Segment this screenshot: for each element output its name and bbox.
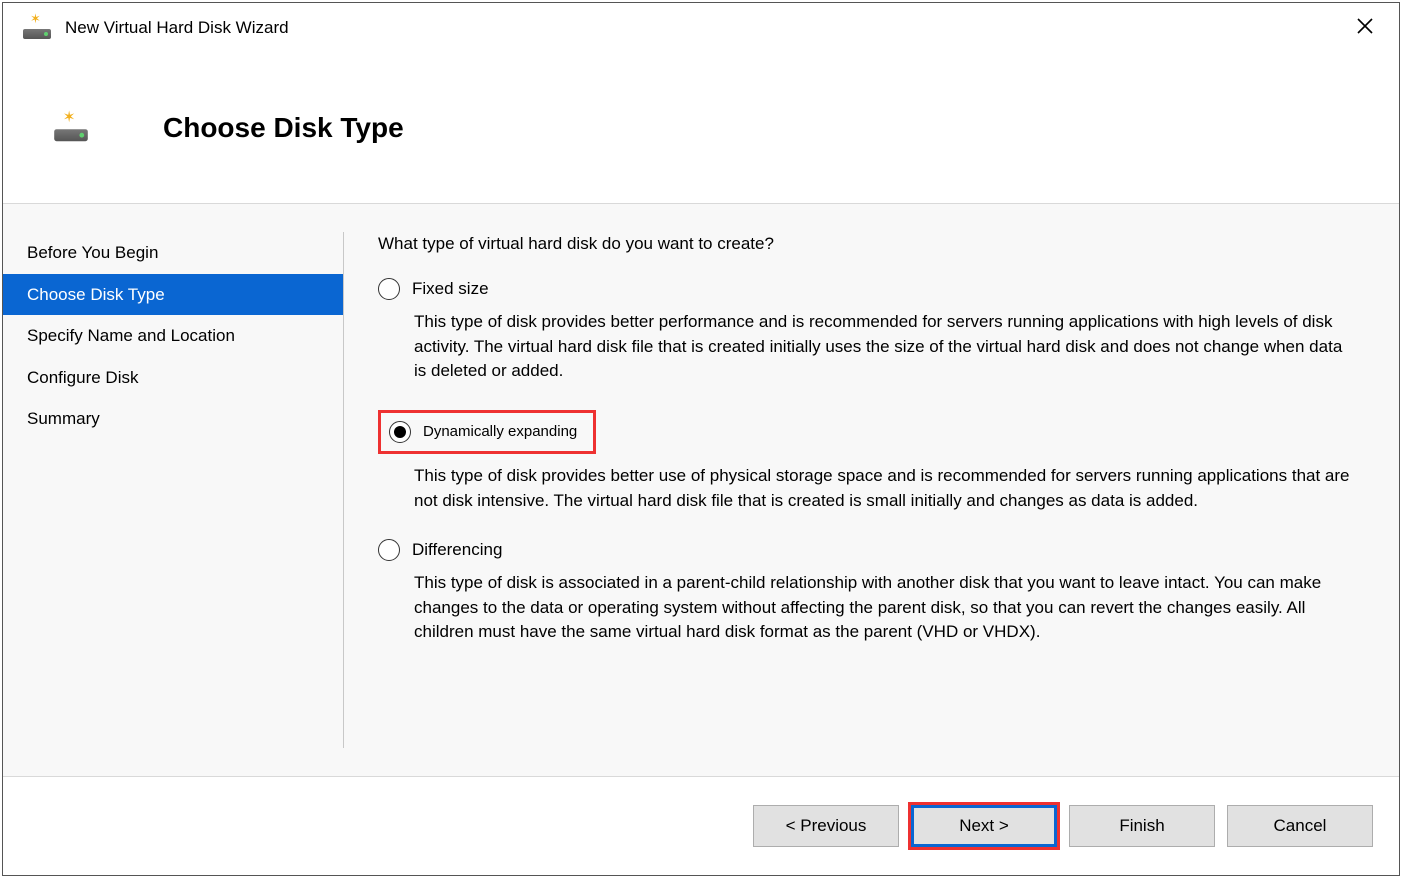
close-button[interactable]: [1345, 17, 1385, 40]
page-title: Choose Disk Type: [163, 112, 404, 144]
wizard-header: Choose Disk Type: [3, 53, 1399, 203]
option-desc-fixed-size: This type of disk provides better perfor…: [414, 310, 1354, 384]
wizard-steps: Before You Begin Choose Disk Type Specif…: [3, 204, 343, 776]
titlebar: New Virtual Hard Disk Wizard: [3, 3, 1399, 53]
step-configure-disk[interactable]: Configure Disk: [3, 357, 343, 399]
next-button[interactable]: Next >: [911, 805, 1057, 847]
prompt-text: What type of virtual hard disk do you wa…: [378, 234, 1363, 254]
wizard-main: What type of virtual hard disk do you wa…: [344, 204, 1399, 776]
option-fixed-size[interactable]: Fixed size: [378, 278, 1363, 300]
option-desc-dynamically-expanding: This type of disk provides better use of…: [414, 464, 1354, 513]
radio-fixed-size[interactable]: [378, 278, 400, 300]
highlighted-option: Dynamically expanding: [378, 410, 596, 454]
finish-button[interactable]: Finish: [1069, 805, 1215, 847]
step-specify-name-location[interactable]: Specify Name and Location: [3, 315, 343, 357]
window-title: New Virtual Hard Disk Wizard: [65, 18, 1345, 38]
close-icon: [1356, 17, 1374, 35]
radio-dynamically-expanding[interactable]: [389, 421, 411, 443]
option-label: Differencing: [412, 540, 502, 560]
option-desc-differencing: This type of disk is associated in a par…: [414, 571, 1354, 645]
option-differencing[interactable]: Differencing: [378, 539, 1363, 561]
step-choose-disk-type[interactable]: Choose Disk Type: [3, 274, 343, 316]
cancel-button[interactable]: Cancel: [1227, 805, 1373, 847]
step-summary[interactable]: Summary: [3, 398, 343, 440]
disk-icon: [54, 115, 88, 141]
step-before-you-begin[interactable]: Before You Begin: [3, 232, 343, 274]
wizard-footer: < Previous Next > Finish Cancel: [3, 777, 1399, 875]
previous-button[interactable]: < Previous: [753, 805, 899, 847]
option-label: Dynamically expanding: [423, 423, 577, 440]
wizard-body: Before You Begin Choose Disk Type Specif…: [3, 203, 1399, 777]
radio-differencing[interactable]: [378, 539, 400, 561]
wizard-window: New Virtual Hard Disk Wizard Choose Disk…: [2, 2, 1400, 876]
disk-icon: [23, 17, 51, 39]
option-label: Fixed size: [412, 279, 489, 299]
